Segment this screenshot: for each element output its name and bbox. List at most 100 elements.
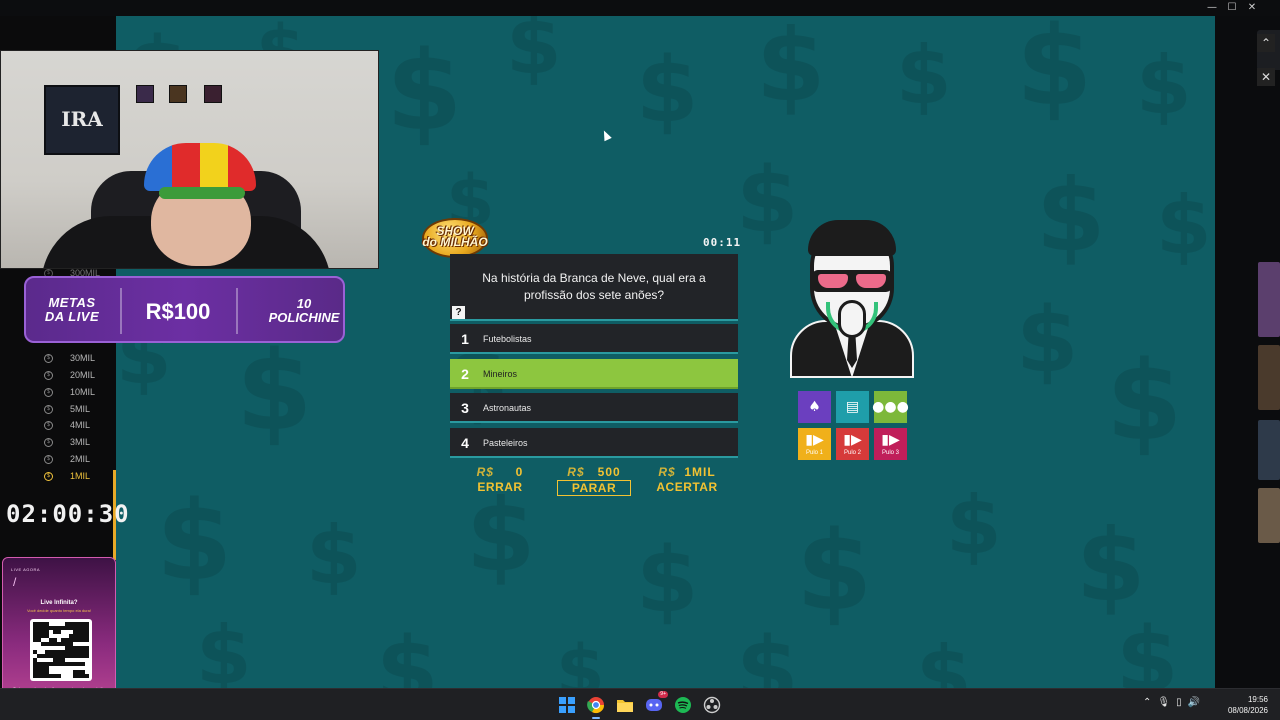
ladder-item: $3MIL bbox=[40, 435, 90, 449]
ladder-item: $2MIL bbox=[40, 452, 90, 466]
windows-start-icon[interactable] bbox=[555, 693, 579, 717]
thumbnail[interactable] bbox=[1258, 420, 1280, 480]
thumbnail[interactable] bbox=[1258, 345, 1280, 410]
coin-icon: $ bbox=[44, 472, 53, 482]
minimize-button[interactable]: — bbox=[1202, 1, 1222, 15]
answer-option-2[interactable]: 2 Mineiros bbox=[450, 359, 738, 389]
dollar-decoration: $ bbox=[386, 27, 463, 155]
live-goals-banner: METAS DA LIVE R$100 10 POLICHINE bbox=[24, 276, 345, 343]
system-clock[interactable]: 19:56 08/08/2026 bbox=[1228, 694, 1268, 716]
answer-number: 3 bbox=[461, 400, 469, 416]
cards-icon: ♠ bbox=[808, 399, 821, 415]
qr-header: LIVE AGORA bbox=[11, 567, 41, 572]
chevron-up-icon[interactable]: ⌃ bbox=[1143, 697, 1151, 708]
maximize-button[interactable]: ☐ bbox=[1222, 1, 1242, 15]
audience-icon: ●●● bbox=[872, 399, 909, 415]
dollar-decoration: $ bbox=[736, 618, 799, 689]
errar-label: ERRAR bbox=[477, 480, 523, 494]
coin-icon: $ bbox=[44, 438, 53, 448]
answer-option-4[interactable]: 4 Pasteleiros bbox=[450, 428, 738, 458]
skip-icon: ▮▶ bbox=[843, 431, 862, 448]
question-timer: 00:11 bbox=[703, 236, 742, 249]
skip-icon: ▮▶ bbox=[805, 431, 824, 448]
question-box: Na história da Branca de Neve, qual era … bbox=[450, 254, 738, 321]
skip-3-button[interactable]: ▮▶ Pulo 3 bbox=[874, 428, 907, 460]
answer-option-1[interactable]: 1 Futebolistas bbox=[450, 324, 738, 354]
close-button[interactable]: ✕ bbox=[1242, 1, 1262, 15]
answer-text: Pasteleiros bbox=[483, 438, 528, 448]
dollar-decoration: $ bbox=[636, 38, 699, 143]
dollar-decoration: $ bbox=[376, 618, 439, 689]
microphone-icon[interactable]: 🎙 bbox=[1157, 697, 1170, 708]
frame bbox=[204, 85, 222, 103]
audience-lifeline-button[interactable]: ●●● bbox=[872, 391, 909, 423]
goal-value: R$100 bbox=[145, 299, 211, 324]
thumbnail[interactable] bbox=[1258, 262, 1280, 337]
chevron-icon[interactable]: ⌃ bbox=[1257, 34, 1275, 52]
skip-2-button[interactable]: ▮▶ Pulo 2 bbox=[836, 428, 869, 460]
cards-lifeline-button[interactable]: ♠ bbox=[798, 391, 831, 423]
answer-number: 2 bbox=[461, 366, 469, 382]
money-icon: ▤ bbox=[845, 399, 860, 415]
qr-title: Live Infinita? bbox=[40, 600, 78, 606]
host-mascot bbox=[790, 220, 914, 378]
webcam-feed: IRA bbox=[0, 50, 379, 269]
ladder-item: $30MIL bbox=[40, 351, 95, 365]
stream-timer: 02:00:30 bbox=[6, 500, 130, 528]
dollar-decoration: $ bbox=[756, 16, 826, 124]
thumbnail[interactable] bbox=[1258, 488, 1280, 543]
clock-time: 19:56 bbox=[1247, 695, 1268, 704]
dollar-decoration: $ bbox=[1036, 157, 1106, 274]
prize-parar[interactable]: R$ 500 PARAR bbox=[549, 464, 639, 496]
coin-icon: $ bbox=[44, 388, 53, 398]
goals-label: METAS DA LIVE bbox=[44, 295, 100, 324]
close-icon[interactable]: ✕ bbox=[1257, 68, 1275, 86]
answer-text: Futebolistas bbox=[483, 334, 532, 344]
question-text: Na história da Branca de Neve, qual era … bbox=[482, 271, 706, 302]
file-explorer-icon[interactable] bbox=[613, 693, 637, 717]
discord-icon[interactable]: 9+ bbox=[642, 691, 668, 717]
ladder-item: $20MIL bbox=[40, 368, 95, 382]
ladder-item: $5MIL bbox=[40, 402, 90, 416]
ladder-item-active: $1MIL bbox=[40, 469, 90, 483]
system-tray: ⌃ 🎙 ▯ 🔊 bbox=[1143, 697, 1200, 708]
frame bbox=[169, 85, 187, 103]
dollar-decoration: $ bbox=[1156, 179, 1212, 272]
goal-target: 10 POLICHINE bbox=[268, 296, 340, 325]
dollar-decoration: $ bbox=[896, 29, 952, 122]
answer-number: 1 bbox=[461, 331, 469, 347]
obs-icon[interactable] bbox=[700, 693, 724, 717]
answer-option-3[interactable]: 3 Astronautas bbox=[450, 393, 738, 423]
coin-icon: $ bbox=[44, 405, 53, 415]
coin-icon: $ bbox=[44, 455, 53, 465]
spotify-icon[interactable] bbox=[671, 693, 695, 717]
dollar-decoration: $ bbox=[946, 479, 1002, 572]
coin-icon: $ bbox=[44, 421, 53, 431]
money-lifeline-button[interactable]: ▤ bbox=[836, 391, 869, 423]
dollar-decoration: $ bbox=[1106, 337, 1183, 465]
qr-code bbox=[30, 619, 92, 681]
dollar-decoration: $ bbox=[156, 477, 233, 605]
prize-errar: R$ 0 ERRAR bbox=[455, 464, 545, 494]
ladder-item: $10MIL bbox=[40, 385, 95, 399]
dollar-decoration: $ bbox=[1016, 16, 1093, 130]
answer-number: 4 bbox=[461, 435, 469, 451]
chrome-icon[interactable] bbox=[584, 693, 608, 719]
dollar-decoration: $ bbox=[796, 507, 873, 635]
device-icon[interactable]: ▯ bbox=[1176, 697, 1182, 708]
dollar-decoration: $ bbox=[306, 509, 362, 602]
ladder-item: $4MIL bbox=[40, 418, 90, 432]
answer-text: Mineiros bbox=[483, 369, 518, 379]
cap-brim bbox=[159, 187, 245, 199]
dollar-decoration: $ bbox=[236, 327, 313, 455]
volume-icon[interactable]: 🔊 bbox=[1188, 697, 1200, 708]
skip-1-button[interactable]: ▮▶ Pulo 1 bbox=[798, 428, 831, 460]
dollar-decoration: $ bbox=[556, 630, 605, 688]
dollar-decoration: $ bbox=[506, 16, 562, 92]
parar-button[interactable]: PARAR bbox=[557, 480, 631, 496]
slash-icon: / bbox=[13, 575, 17, 589]
acertar-label: ACERTAR bbox=[656, 480, 718, 494]
dollar-decoration: $ bbox=[466, 477, 536, 594]
help-icon[interactable]: ? bbox=[452, 306, 465, 319]
coin-icon: $ bbox=[44, 371, 53, 381]
